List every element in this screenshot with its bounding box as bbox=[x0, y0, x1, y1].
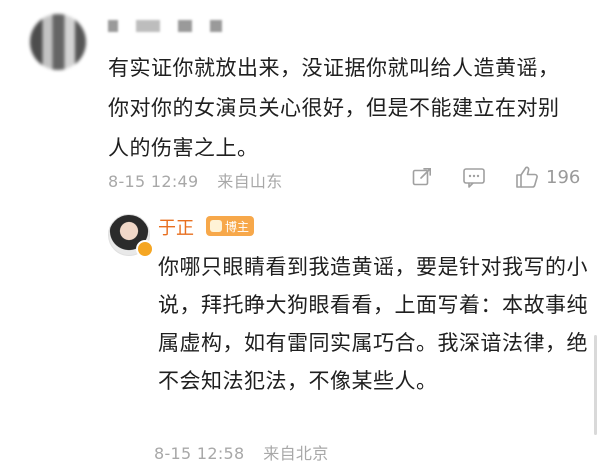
reply-location: 来自北京 bbox=[263, 444, 329, 463]
reply-meta: 8-15 12:58 来自北京 bbox=[154, 440, 329, 464]
verified-badge-icon bbox=[136, 240, 154, 258]
comment-time: 8-15 12:49 bbox=[108, 172, 199, 191]
share-icon[interactable] bbox=[410, 165, 434, 189]
like-icon[interactable] bbox=[514, 165, 540, 189]
comment-meta: 8-15 12:49 来自山东 bbox=[108, 168, 283, 192]
comment-actions: 196 bbox=[410, 165, 580, 189]
reply-author-name[interactable]: 于正 bbox=[158, 214, 194, 240]
author-badge: 博主 bbox=[206, 216, 255, 236]
comment-location: 来自山东 bbox=[217, 172, 283, 191]
commenter-name-blurred bbox=[108, 16, 248, 36]
reply-text: 你哪只眼睛看到我造黄谣，要是针对我写的小说，拜托睁大狗眼看看，上面写着：本故事纯… bbox=[158, 255, 588, 393]
author-badge-icon bbox=[210, 220, 222, 232]
author-badge-label: 博主 bbox=[225, 219, 250, 234]
scrollbar[interactable] bbox=[594, 335, 597, 435]
commenter-avatar-blurred[interactable] bbox=[30, 14, 86, 70]
reply-time: 8-15 12:58 bbox=[154, 444, 245, 463]
comment-like-count: 196 bbox=[546, 166, 581, 188]
comment-icon[interactable] bbox=[462, 165, 486, 189]
comment-text: 有实证你就放出来，没证据你就叫给人造黄谣，你对你的女演员关心很好，但是不能建立在… bbox=[108, 56, 560, 160]
